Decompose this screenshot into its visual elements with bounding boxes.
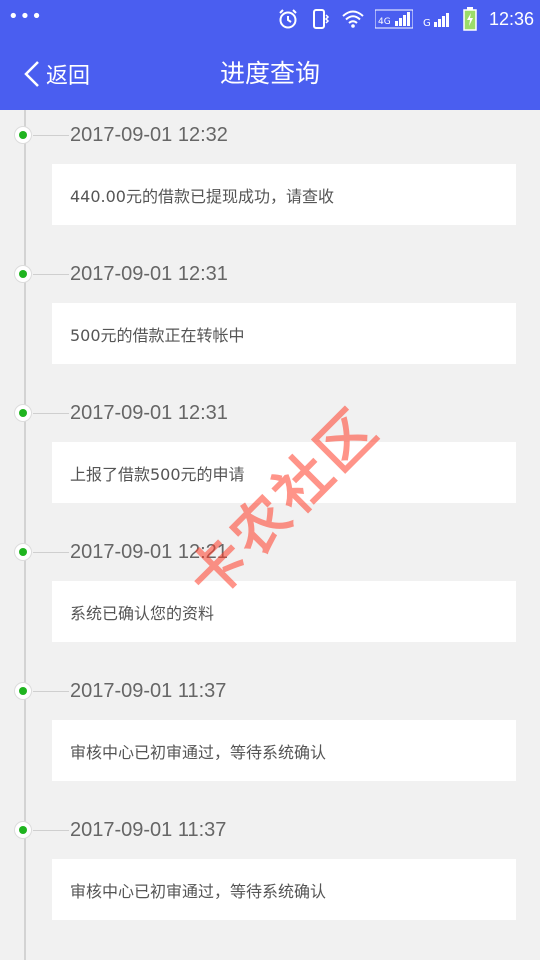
entry-time: 2017-09-01 12:32 <box>70 124 228 146</box>
entry-card: 500元的借款正在转帐中 <box>52 303 516 364</box>
svg-text:G: G <box>423 18 431 29</box>
phone-vibrate-icon <box>312 9 330 29</box>
svg-text:4G: 4G <box>378 17 391 27</box>
signal-g-icon: G <box>423 13 449 29</box>
signal-4g-icon: 4G <box>374 9 413 29</box>
timeline-node-icon <box>14 404 32 422</box>
timeline-node-icon <box>14 682 32 700</box>
page-title: 进度查询 <box>219 59 320 88</box>
timeline-entry: 2017-09-01 12:21 系统已确认您的资料 <box>0 527 540 666</box>
timeline-node-icon <box>14 265 32 283</box>
entry-card: 上报了借款500元的申请 <box>52 442 516 503</box>
entry-time: 2017-09-01 12:21 <box>70 541 228 563</box>
battery-icon <box>463 7 477 31</box>
timeline-connector <box>33 552 69 553</box>
timeline-connector <box>33 274 69 275</box>
timeline-node-icon <box>14 126 32 144</box>
entry-card: 审核中心已初审通过，等待系统确认 <box>52 859 516 920</box>
entry-message: 审核中心已初审通过，等待系统确认 <box>70 742 327 762</box>
timeline-entry: 2017-09-01 11:37 审核中心已初审通过，等待系统确认 <box>0 666 540 805</box>
timeline-entry: 2017-09-01 12:32 440.00元的借款已提现成功，请查收 <box>0 110 540 249</box>
wifi-icon <box>342 10 364 28</box>
entry-time: 2017-09-01 11:37 <box>70 680 227 702</box>
status-icons: 4G G 12:36 <box>277 0 534 38</box>
notification-dots-icon: ••• <box>8 6 43 27</box>
timeline-connector <box>33 691 69 692</box>
status-time: 12:36 <box>488 8 534 29</box>
entry-card: 440.00元的借款已提现成功，请查收 <box>52 164 516 225</box>
entry-card: 审核中心已初审通过，等待系统确认 <box>52 720 516 781</box>
timeline-entry: 2017-09-01 12:31 上报了借款500元的申请 <box>0 388 540 527</box>
entry-card: 系统已确认您的资料 <box>52 581 516 642</box>
progress-timeline: 2017-09-01 12:32 440.00元的借款已提现成功，请查收 201… <box>0 110 540 960</box>
entry-message: 审核中心已初审通过，等待系统确认 <box>70 881 327 901</box>
entry-message: 上报了借款500元的申请 <box>70 464 245 484</box>
entry-time: 2017-09-01 11:37 <box>70 819 227 841</box>
timeline-connector <box>33 135 69 136</box>
timeline-connector <box>33 413 69 414</box>
timeline-entry: 2017-09-01 12:31 500元的借款正在转帐中 <box>0 249 540 388</box>
timeline-entry: 2017-09-01 11:37 审核中心已初审通过，等待系统确认 <box>0 805 540 944</box>
timeline-node-icon <box>14 821 32 839</box>
entry-message: 440.00元的借款已提现成功，请查收 <box>70 186 334 206</box>
timeline-node-icon <box>14 543 32 561</box>
status-bar: ••• 4G G 12:36 <box>0 0 540 38</box>
alarm-icon <box>279 9 297 29</box>
timeline-connector <box>33 830 69 831</box>
entry-time: 2017-09-01 12:31 <box>70 263 228 285</box>
entry-time: 2017-09-01 12:31 <box>70 402 228 424</box>
app-header: 返回 进度查询 <box>0 38 540 110</box>
entry-message: 系统已确认您的资料 <box>70 603 215 623</box>
entry-message: 500元的借款正在转帐中 <box>70 325 245 345</box>
